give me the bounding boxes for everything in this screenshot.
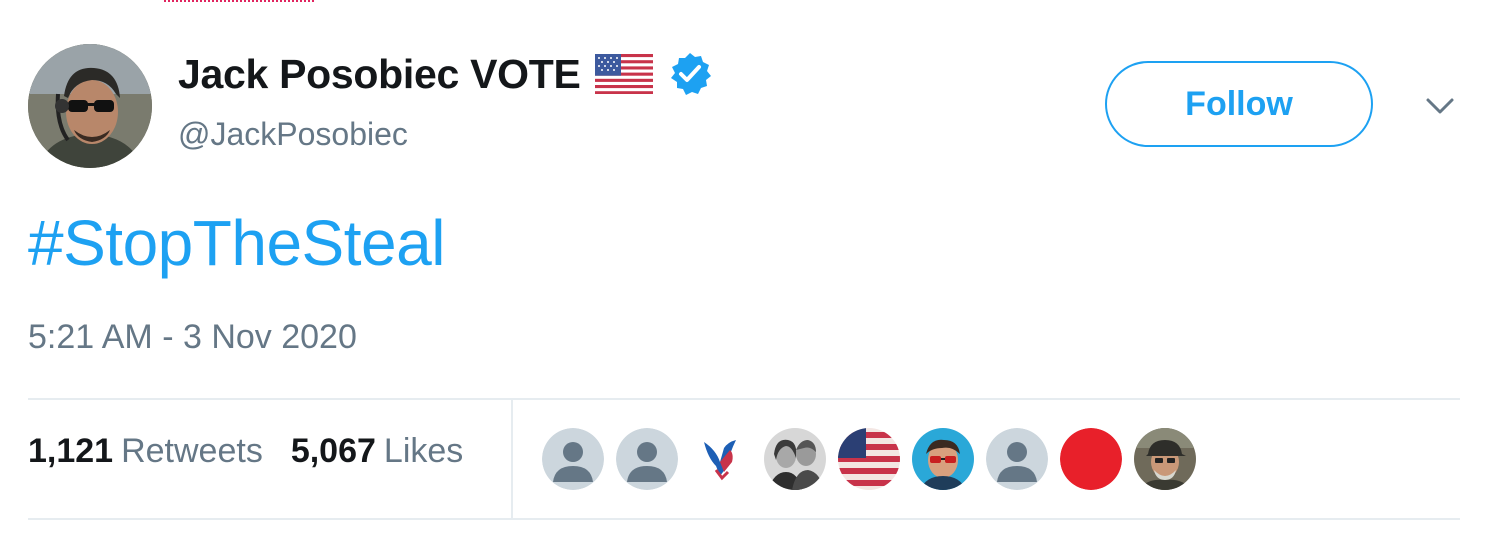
retweets-count: 1,121: [28, 432, 114, 470]
author-avatar[interactable]: [28, 44, 152, 168]
liker-avatar-6[interactable]: [912, 428, 974, 490]
liker-avatar-9[interactable]: [1134, 428, 1196, 490]
author-display-name[interactable]: Jack Posobiec VOTE: [178, 51, 581, 98]
likes-label: Likes: [383, 432, 464, 470]
likes-count: 5,067: [290, 432, 376, 470]
red-circle-avatar: [1060, 428, 1122, 490]
liker-avatar-4[interactable]: [764, 428, 826, 490]
tweet-stats: 1,121 Retweets 5,067 Likes: [28, 432, 463, 471]
likes-stat[interactable]: 5,067 Likes: [291, 432, 463, 471]
default-avatar-icon: [616, 428, 678, 490]
stats-vertical-divider: [511, 400, 513, 518]
us-flag-icon: [594, 54, 653, 94]
flag-avatar: [838, 428, 900, 490]
author-handle[interactable]: @JackPosobiec: [178, 116, 408, 153]
liker-avatar-8[interactable]: [1060, 428, 1122, 490]
avatar-photo: [28, 44, 152, 168]
tweet-hashtag-text[interactable]: #StopTheSteal: [28, 206, 445, 280]
eagle-logo-avatar: [690, 428, 752, 490]
liker-avatars: [542, 428, 1196, 490]
sunglasses-avatar: [912, 428, 974, 490]
default-avatar-icon: [986, 428, 1048, 490]
verified-badge-icon: [667, 51, 713, 97]
liker-avatar-3[interactable]: [690, 428, 752, 490]
tweet-timestamp[interactable]: 5:21 AM - 3 Nov 2020: [28, 318, 357, 357]
author-name-row: Jack Posobiec VOTE: [178, 46, 713, 102]
cap-man-avatar: [1134, 428, 1196, 490]
retweets-label: Retweets: [121, 432, 263, 470]
liker-avatar-1[interactable]: [542, 428, 604, 490]
stats-divider-bottom: [28, 518, 1460, 520]
retweets-stat[interactable]: 1,121 Retweets: [28, 432, 263, 471]
default-avatar-icon: [542, 428, 604, 490]
top-dotted-accent: [164, 0, 314, 4]
follow-button[interactable]: Follow: [1105, 61, 1373, 147]
liker-avatar-2[interactable]: [616, 428, 678, 490]
liker-avatar-7[interactable]: [986, 428, 1048, 490]
chevron-down-icon[interactable]: [1422, 92, 1458, 122]
stats-divider-top: [28, 398, 1460, 400]
liker-avatar-5[interactable]: [838, 428, 900, 490]
couple-photo-avatar: [764, 428, 826, 490]
